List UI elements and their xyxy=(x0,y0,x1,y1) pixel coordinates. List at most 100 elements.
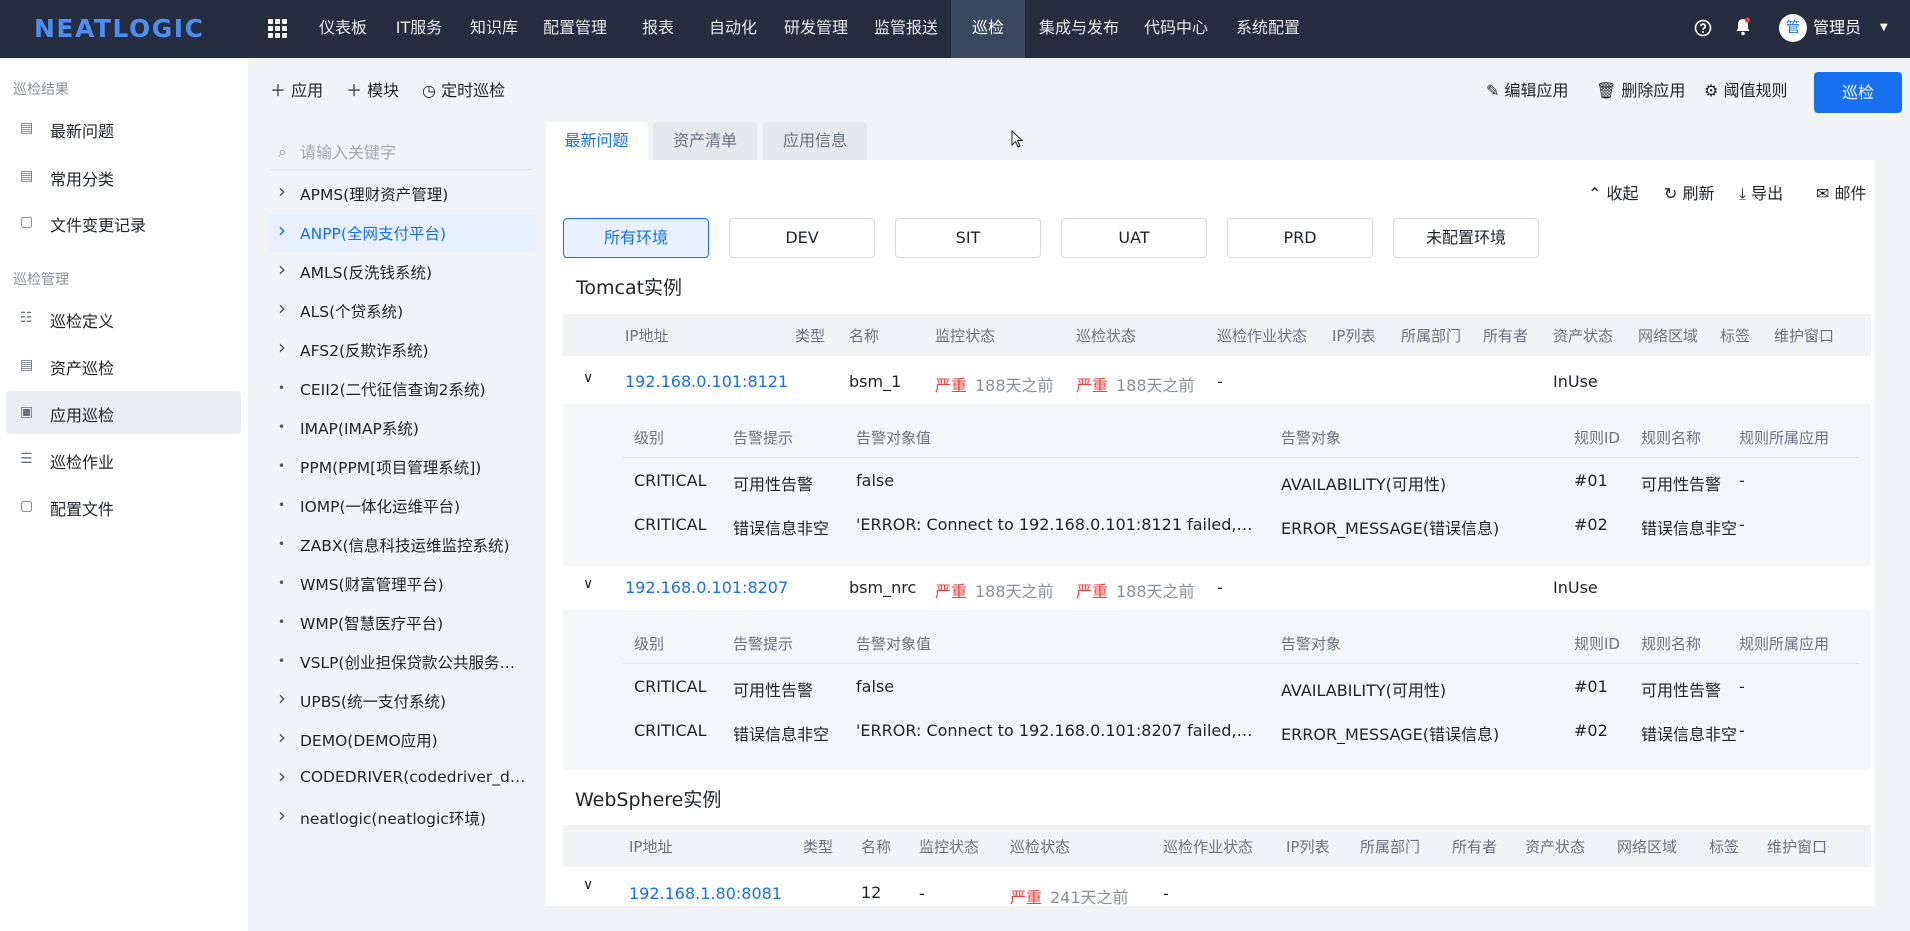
tree-item-label: ALS(个贷系统) xyxy=(300,303,404,321)
chevron-right-icon[interactable]: › xyxy=(278,725,286,749)
column-header: 规则名称 xyxy=(1641,635,1702,653)
tree-item[interactable]: • PPM(PPM[项目管理系统]) xyxy=(268,448,536,486)
refresh-button[interactable]: ↻ 刷新 xyxy=(1664,183,1715,205)
apps-grid-icon[interactable] xyxy=(268,19,288,39)
env-prd[interactable]: PRD xyxy=(1227,218,1373,258)
tree-item[interactable]: • IMAP(IMAP系统) xyxy=(268,409,536,447)
sidebar-item-inspection-job[interactable]: ☰ 巡检作业 xyxy=(6,438,241,481)
chevron-down-icon[interactable]: ∨ xyxy=(583,370,593,386)
nav-item-regulatory[interactable]: 监管报送 xyxy=(866,0,946,58)
rule-name-link[interactable]: 可用性告警 xyxy=(1641,677,1721,701)
edit-app-button[interactable]: ✎ 编辑应用 xyxy=(1486,80,1569,102)
table-row[interactable]: ∨ 192.168.0.101:8207 bsm_nrc 严重 188天之前 严… xyxy=(563,566,1871,610)
chevron-right-icon[interactable]: › xyxy=(278,257,286,281)
nav-item-it-service[interactable]: IT服务 xyxy=(386,0,452,58)
alert-row: CRITICAL 可用性告警 false AVAILABILITY(可用性) #… xyxy=(623,664,1859,708)
chevron-right-icon[interactable]: › xyxy=(278,218,286,242)
tree-item[interactable]: • VSLP(创业担保贷款公共服务平台) xyxy=(268,643,536,681)
ip-link[interactable]: 192.168.0.101:8121 xyxy=(625,372,788,391)
user-name[interactable]: 管理员 xyxy=(1813,0,1861,58)
chevron-right-icon[interactable]: › xyxy=(278,764,286,788)
mail-button[interactable]: ✉ 邮件 xyxy=(1816,183,1867,205)
tree-item[interactable]: • WMS(财富管理平台) xyxy=(268,565,536,603)
tomcat-table-header: IP地址 类型 名称 监控状态 巡检状态 巡检作业状态 IP列表 所属部门 所有… xyxy=(563,314,1871,356)
avatar[interactable]: 管 xyxy=(1779,14,1807,42)
alert-value: 'ERROR: Connect to 192.168.0.101:8121 fa… xyxy=(856,515,1256,534)
tree-item[interactable]: • IOMP(一体化运维平台) xyxy=(268,487,536,525)
nav-item-automation[interactable]: 自动化 xyxy=(700,0,766,58)
chevron-right-icon[interactable]: › xyxy=(278,296,286,320)
tree-item[interactable]: › CODEDRIVER(codedriver_demo) xyxy=(268,760,536,798)
sidebar-item-app-inspection[interactable]: ▣ 应用巡检 xyxy=(6,391,241,434)
add-module-button[interactable]: ＋ 模块 xyxy=(346,80,399,102)
env-sit[interactable]: SIT xyxy=(895,218,1041,258)
tree-item[interactable]: › AMLS(反洗钱系统) xyxy=(268,253,536,291)
tree-item[interactable]: › ANPP(全网支付平台) xyxy=(268,214,536,252)
delete-app-button[interactable]: 🗑 删除应用 xyxy=(1596,80,1685,102)
env-dev[interactable]: DEV xyxy=(729,218,875,258)
rule-app: - xyxy=(1739,515,1745,534)
bullet-icon: • xyxy=(278,654,286,668)
rule-name-link[interactable]: 可用性告警 xyxy=(1641,471,1721,495)
tree-item[interactable]: • WMP(智慧医疗平台) xyxy=(268,604,536,642)
inspect-button[interactable]: 巡检 xyxy=(1814,72,1902,113)
add-app-button[interactable]: ＋ 应用 xyxy=(270,80,323,102)
search-input[interactable] xyxy=(300,140,520,164)
table-row[interactable]: ∨ 192.168.0.101:8121 bsm_1 严重 188天之前 严重 … xyxy=(563,360,1871,404)
collapse-button[interactable]: ⌃ 收起 xyxy=(1588,183,1639,205)
chevron-right-icon[interactable]: › xyxy=(278,686,286,710)
nav-item-reports[interactable]: 报表 xyxy=(628,0,688,58)
job-list-icon: ☰ xyxy=(20,451,33,467)
ip-link[interactable]: 192.168.1.80:8081 xyxy=(629,884,782,903)
rule-name-link[interactable]: 错误信息非空 xyxy=(1641,515,1737,539)
env-uat[interactable]: UAT xyxy=(1061,218,1207,258)
nav-item-rd-mgmt[interactable]: 研发管理 xyxy=(776,0,856,58)
tab-latest-issues[interactable]: 最新问题 xyxy=(545,122,648,160)
tree-item[interactable]: › ALS(个贷系统) xyxy=(268,292,536,330)
tree-item[interactable]: • ZABX(信息科技运维监控系统) xyxy=(268,526,536,564)
nav-item-config-mgmt[interactable]: 配置管理 xyxy=(536,0,614,58)
nav-item-code-center[interactable]: 代码中心 xyxy=(1136,0,1216,58)
asset-status: InUse xyxy=(1553,372,1598,391)
nav-item-dashboard[interactable]: 仪表板 xyxy=(310,0,376,58)
tab-app-info[interactable]: 应用信息 xyxy=(763,122,867,160)
nav-item-knowledge[interactable]: 知识库 xyxy=(461,0,527,58)
sidebar-item-common-category[interactable]: ▤ 常用分类 xyxy=(6,155,241,198)
chevron-right-icon[interactable]: › xyxy=(278,179,286,203)
tab-asset-list[interactable]: 资产清单 xyxy=(653,122,757,160)
sidebar-item-config-file[interactable]: ▢ 配置文件 xyxy=(6,485,241,528)
delete-app-label: 删除应用 xyxy=(1621,81,1686,100)
tree-item[interactable]: › UPBS(统一支付系统) xyxy=(268,682,536,720)
ip-link[interactable]: 192.168.0.101:8207 xyxy=(625,578,788,597)
sidebar-item-file-changes[interactable]: ▢ 文件变更记录 xyxy=(6,201,241,244)
timed-inspection-button[interactable]: ◷ 定时巡检 xyxy=(422,80,505,102)
export-button[interactable]: ⤓ 导出 xyxy=(1739,183,1783,205)
tree-item[interactable]: › AFS2(反欺诈系统) xyxy=(268,331,536,369)
chevron-right-icon[interactable]: › xyxy=(278,803,286,827)
threshold-rules-button[interactable]: ⚙ 阈值规则 xyxy=(1704,80,1787,102)
nav-item-integration[interactable]: 集成与发布 xyxy=(1032,0,1126,58)
sidebar-item-inspection-def[interactable]: ☷ 巡检定义 xyxy=(6,297,241,340)
sidebar-item-latest-issues[interactable]: ▤ 最新问题 xyxy=(6,107,241,150)
chevron-down-icon[interactable]: ∨ xyxy=(583,576,593,592)
chevron-down-icon[interactable]: ∨ xyxy=(583,877,593,893)
env-unconfigured[interactable]: 未配置环境 xyxy=(1393,218,1539,258)
rule-app: - xyxy=(1739,471,1745,490)
tree-item[interactable]: › APMS(理财资产管理) xyxy=(268,175,536,213)
app-inspection-icon: ▣ xyxy=(20,404,34,420)
tree-item[interactable]: › DEMO(DEMO应用) xyxy=(268,721,536,759)
table-row[interactable]: ∨ 192.168.1.80:8081 12 - 严重 241天之前 - xyxy=(563,871,1871,906)
bell-icon[interactable] xyxy=(1734,17,1754,39)
alert-subtable-header: 级别 告警提示 告警对象值 告警对象 规则ID 规则名称 规则所属应用 xyxy=(623,620,1859,664)
help-icon[interactable] xyxy=(1694,19,1714,39)
column-header: 网络区域 xyxy=(1638,327,1699,345)
rule-name-link[interactable]: 错误信息非空 xyxy=(1641,721,1737,745)
nav-item-system-config[interactable]: 系统配置 xyxy=(1226,0,1310,58)
edit-app-label: 编辑应用 xyxy=(1504,81,1569,100)
tree-item[interactable]: › neatlogic(neatlogic环境) xyxy=(268,799,536,837)
chevron-right-icon[interactable]: › xyxy=(278,335,286,359)
nav-item-inspection[interactable]: 巡检 xyxy=(951,0,1025,58)
env-all[interactable]: 所有环境 xyxy=(563,218,709,258)
tree-item[interactable]: • CEII2(二代征信查询2系统) xyxy=(268,370,536,408)
sidebar-item-asset-inspection[interactable]: ▤ 资产巡检 xyxy=(6,344,241,387)
